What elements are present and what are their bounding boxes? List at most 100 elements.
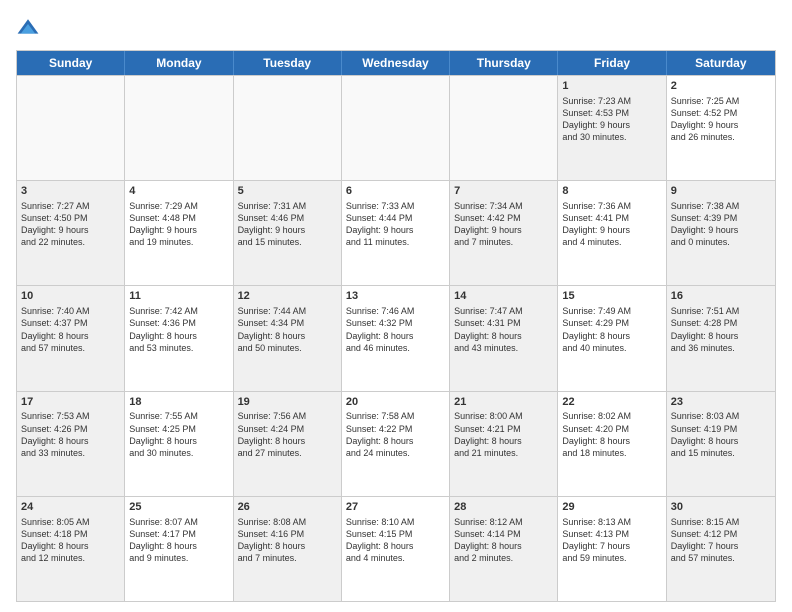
day-number: 9: [671, 184, 771, 199]
calendar-cell: 30Sunrise: 8:15 AM Sunset: 4:12 PM Dayli…: [667, 497, 775, 601]
day-info: Sunrise: 7:38 AM Sunset: 4:39 PM Dayligh…: [671, 200, 771, 249]
day-info: Sunrise: 7:29 AM Sunset: 4:48 PM Dayligh…: [129, 200, 228, 249]
calendar-cell: 24Sunrise: 8:05 AM Sunset: 4:18 PM Dayli…: [17, 497, 125, 601]
calendar-cell: 13Sunrise: 7:46 AM Sunset: 4:32 PM Dayli…: [342, 286, 450, 390]
day-number: 12: [238, 289, 337, 304]
day-number: 14: [454, 289, 553, 304]
day-info: Sunrise: 8:15 AM Sunset: 4:12 PM Dayligh…: [671, 516, 771, 565]
day-info: Sunrise: 7:56 AM Sunset: 4:24 PM Dayligh…: [238, 410, 337, 459]
day-number: 7: [454, 184, 553, 199]
calendar-cell: [125, 76, 233, 180]
day-number: 20: [346, 395, 445, 410]
day-number: 29: [562, 500, 661, 515]
day-info: Sunrise: 7:40 AM Sunset: 4:37 PM Dayligh…: [21, 305, 120, 354]
calendar-cell: 7Sunrise: 7:34 AM Sunset: 4:42 PM Daylig…: [450, 181, 558, 285]
calendar-cell: 17Sunrise: 7:53 AM Sunset: 4:26 PM Dayli…: [17, 392, 125, 496]
day-info: Sunrise: 8:00 AM Sunset: 4:21 PM Dayligh…: [454, 410, 553, 459]
day-info: Sunrise: 7:53 AM Sunset: 4:26 PM Dayligh…: [21, 410, 120, 459]
calendar-week-4: 17Sunrise: 7:53 AM Sunset: 4:26 PM Dayli…: [17, 391, 775, 496]
day-info: Sunrise: 7:49 AM Sunset: 4:29 PM Dayligh…: [562, 305, 661, 354]
header-day-tuesday: Tuesday: [234, 51, 342, 75]
day-number: 19: [238, 395, 337, 410]
day-info: Sunrise: 7:47 AM Sunset: 4:31 PM Dayligh…: [454, 305, 553, 354]
calendar-cell: 19Sunrise: 7:56 AM Sunset: 4:24 PM Dayli…: [234, 392, 342, 496]
header-day-monday: Monday: [125, 51, 233, 75]
day-number: 28: [454, 500, 553, 515]
calendar-cell: 23Sunrise: 8:03 AM Sunset: 4:19 PM Dayli…: [667, 392, 775, 496]
calendar-cell: 6Sunrise: 7:33 AM Sunset: 4:44 PM Daylig…: [342, 181, 450, 285]
day-number: 21: [454, 395, 553, 410]
day-info: Sunrise: 8:10 AM Sunset: 4:15 PM Dayligh…: [346, 516, 445, 565]
day-info: Sunrise: 7:34 AM Sunset: 4:42 PM Dayligh…: [454, 200, 553, 249]
day-number: 24: [21, 500, 120, 515]
day-info: Sunrise: 7:55 AM Sunset: 4:25 PM Dayligh…: [129, 410, 228, 459]
logo-icon: [16, 16, 40, 40]
day-number: 22: [562, 395, 661, 410]
calendar-cell: 1Sunrise: 7:23 AM Sunset: 4:53 PM Daylig…: [558, 76, 666, 180]
calendar-week-3: 10Sunrise: 7:40 AM Sunset: 4:37 PM Dayli…: [17, 285, 775, 390]
calendar-body: 1Sunrise: 7:23 AM Sunset: 4:53 PM Daylig…: [17, 75, 775, 601]
calendar-week-1: 1Sunrise: 7:23 AM Sunset: 4:53 PM Daylig…: [17, 75, 775, 180]
header-day-saturday: Saturday: [667, 51, 775, 75]
day-number: 23: [671, 395, 771, 410]
day-info: Sunrise: 7:44 AM Sunset: 4:34 PM Dayligh…: [238, 305, 337, 354]
calendar-cell: 27Sunrise: 8:10 AM Sunset: 4:15 PM Dayli…: [342, 497, 450, 601]
day-number: 17: [21, 395, 120, 410]
calendar-cell: 9Sunrise: 7:38 AM Sunset: 4:39 PM Daylig…: [667, 181, 775, 285]
day-number: 4: [129, 184, 228, 199]
calendar-cell: 5Sunrise: 7:31 AM Sunset: 4:46 PM Daylig…: [234, 181, 342, 285]
calendar-cell: [17, 76, 125, 180]
day-info: Sunrise: 7:46 AM Sunset: 4:32 PM Dayligh…: [346, 305, 445, 354]
calendar-cell: 21Sunrise: 8:00 AM Sunset: 4:21 PM Dayli…: [450, 392, 558, 496]
day-info: Sunrise: 7:31 AM Sunset: 4:46 PM Dayligh…: [238, 200, 337, 249]
calendar-cell: 11Sunrise: 7:42 AM Sunset: 4:36 PM Dayli…: [125, 286, 233, 390]
day-info: Sunrise: 7:51 AM Sunset: 4:28 PM Dayligh…: [671, 305, 771, 354]
header: [16, 16, 776, 40]
day-info: Sunrise: 8:02 AM Sunset: 4:20 PM Dayligh…: [562, 410, 661, 459]
day-info: Sunrise: 8:08 AM Sunset: 4:16 PM Dayligh…: [238, 516, 337, 565]
day-number: 3: [21, 184, 120, 199]
day-number: 18: [129, 395, 228, 410]
day-number: 16: [671, 289, 771, 304]
day-info: Sunrise: 8:03 AM Sunset: 4:19 PM Dayligh…: [671, 410, 771, 459]
header-day-sunday: Sunday: [17, 51, 125, 75]
header-day-thursday: Thursday: [450, 51, 558, 75]
day-number: 8: [562, 184, 661, 199]
calendar-cell: [342, 76, 450, 180]
calendar-cell: [450, 76, 558, 180]
day-info: Sunrise: 7:33 AM Sunset: 4:44 PM Dayligh…: [346, 200, 445, 249]
day-number: 27: [346, 500, 445, 515]
calendar-cell: 3Sunrise: 7:27 AM Sunset: 4:50 PM Daylig…: [17, 181, 125, 285]
day-number: 2: [671, 79, 771, 94]
day-info: Sunrise: 7:25 AM Sunset: 4:52 PM Dayligh…: [671, 95, 771, 144]
day-number: 25: [129, 500, 228, 515]
day-info: Sunrise: 7:27 AM Sunset: 4:50 PM Dayligh…: [21, 200, 120, 249]
day-info: Sunrise: 8:13 AM Sunset: 4:13 PM Dayligh…: [562, 516, 661, 565]
day-number: 1: [562, 79, 661, 94]
calendar-cell: 18Sunrise: 7:55 AM Sunset: 4:25 PM Dayli…: [125, 392, 233, 496]
calendar-cell: 26Sunrise: 8:08 AM Sunset: 4:16 PM Dayli…: [234, 497, 342, 601]
calendar-cell: 4Sunrise: 7:29 AM Sunset: 4:48 PM Daylig…: [125, 181, 233, 285]
day-number: 11: [129, 289, 228, 304]
page: SundayMondayTuesdayWednesdayThursdayFrid…: [0, 0, 792, 612]
day-info: Sunrise: 7:58 AM Sunset: 4:22 PM Dayligh…: [346, 410, 445, 459]
day-number: 5: [238, 184, 337, 199]
calendar-cell: 8Sunrise: 7:36 AM Sunset: 4:41 PM Daylig…: [558, 181, 666, 285]
calendar-header: SundayMondayTuesdayWednesdayThursdayFrid…: [17, 51, 775, 75]
day-info: Sunrise: 7:23 AM Sunset: 4:53 PM Dayligh…: [562, 95, 661, 144]
day-info: Sunrise: 8:12 AM Sunset: 4:14 PM Dayligh…: [454, 516, 553, 565]
calendar-cell: [234, 76, 342, 180]
calendar-week-2: 3Sunrise: 7:27 AM Sunset: 4:50 PM Daylig…: [17, 180, 775, 285]
day-number: 30: [671, 500, 771, 515]
calendar-week-5: 24Sunrise: 8:05 AM Sunset: 4:18 PM Dayli…: [17, 496, 775, 601]
calendar-cell: 12Sunrise: 7:44 AM Sunset: 4:34 PM Dayli…: [234, 286, 342, 390]
calendar-cell: 10Sunrise: 7:40 AM Sunset: 4:37 PM Dayli…: [17, 286, 125, 390]
calendar-cell: 20Sunrise: 7:58 AM Sunset: 4:22 PM Dayli…: [342, 392, 450, 496]
calendar-cell: 14Sunrise: 7:47 AM Sunset: 4:31 PM Dayli…: [450, 286, 558, 390]
calendar-cell: 15Sunrise: 7:49 AM Sunset: 4:29 PM Dayli…: [558, 286, 666, 390]
calendar-cell: 22Sunrise: 8:02 AM Sunset: 4:20 PM Dayli…: [558, 392, 666, 496]
day-info: Sunrise: 8:07 AM Sunset: 4:17 PM Dayligh…: [129, 516, 228, 565]
day-number: 15: [562, 289, 661, 304]
calendar-cell: 2Sunrise: 7:25 AM Sunset: 4:52 PM Daylig…: [667, 76, 775, 180]
day-info: Sunrise: 8:05 AM Sunset: 4:18 PM Dayligh…: [21, 516, 120, 565]
